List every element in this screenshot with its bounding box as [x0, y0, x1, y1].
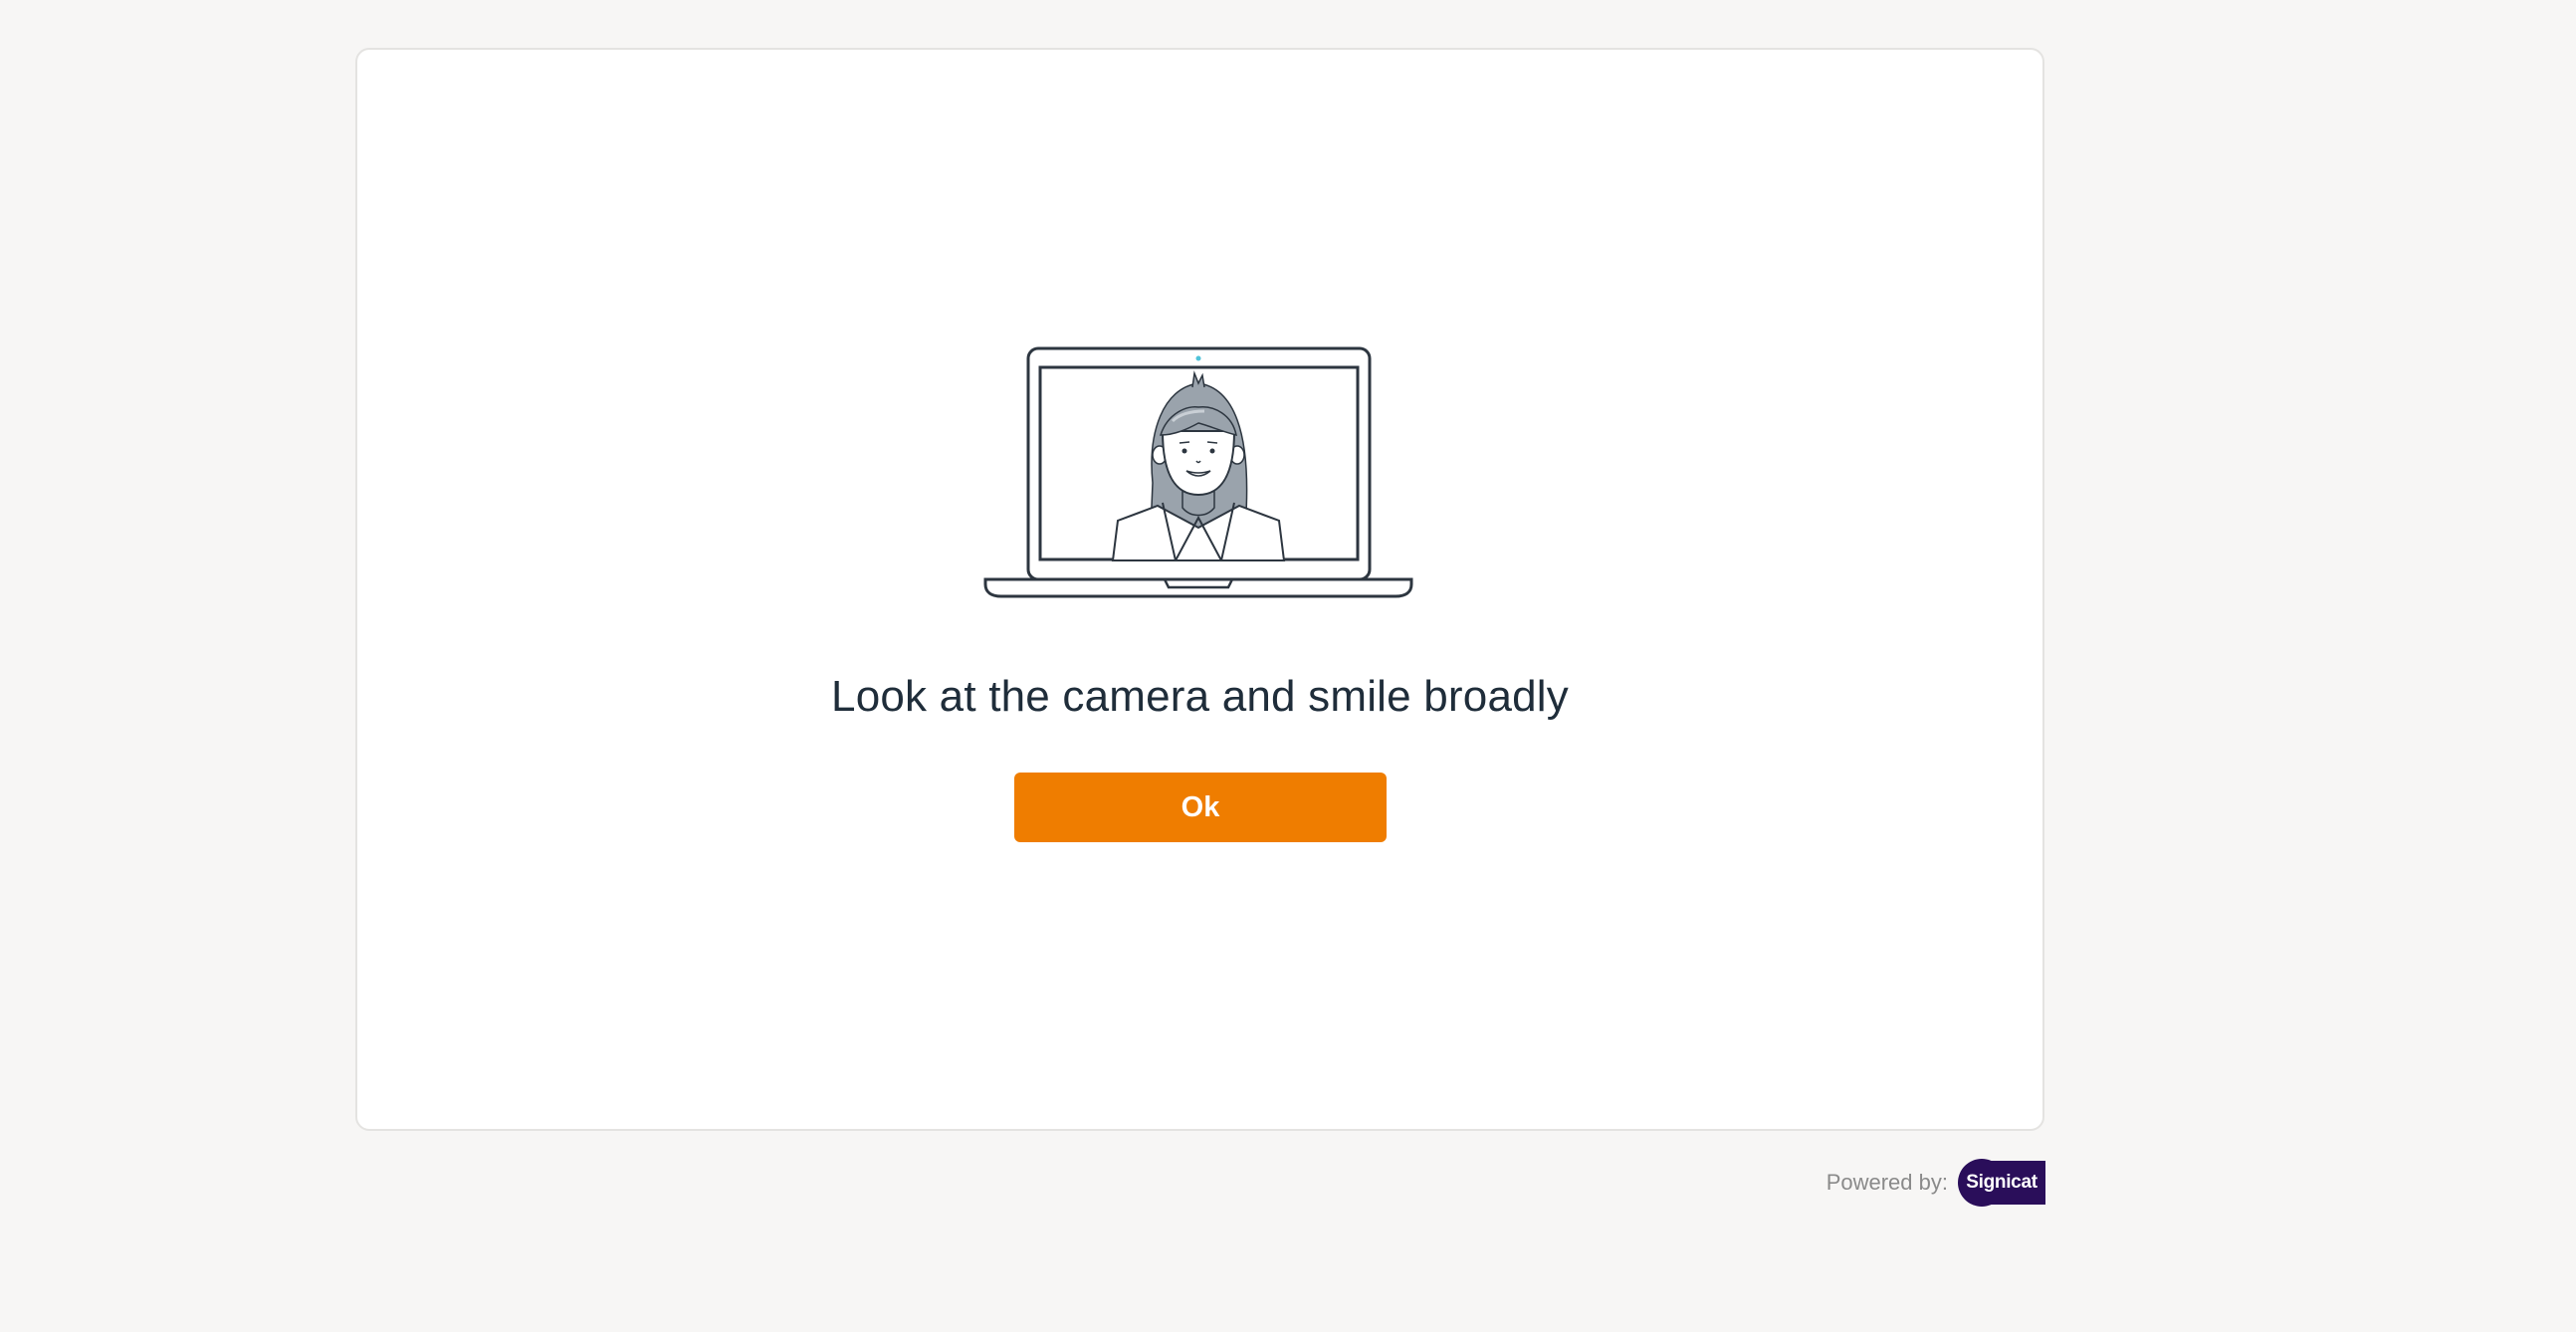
ok-button[interactable]: Ok	[1014, 773, 1387, 842]
instruction-headline: Look at the camera and smile broadly	[831, 672, 1569, 721]
powered-by: Powered by: Signicat	[1826, 1159, 2045, 1207]
brand-name: Signicat	[1966, 1172, 2038, 1193]
powered-by-label: Powered by:	[1825, 1170, 1948, 1195]
signicat-logo[interactable]: Signicat	[1958, 1159, 2045, 1207]
laptop-with-person-icon	[983, 346, 1413, 598]
